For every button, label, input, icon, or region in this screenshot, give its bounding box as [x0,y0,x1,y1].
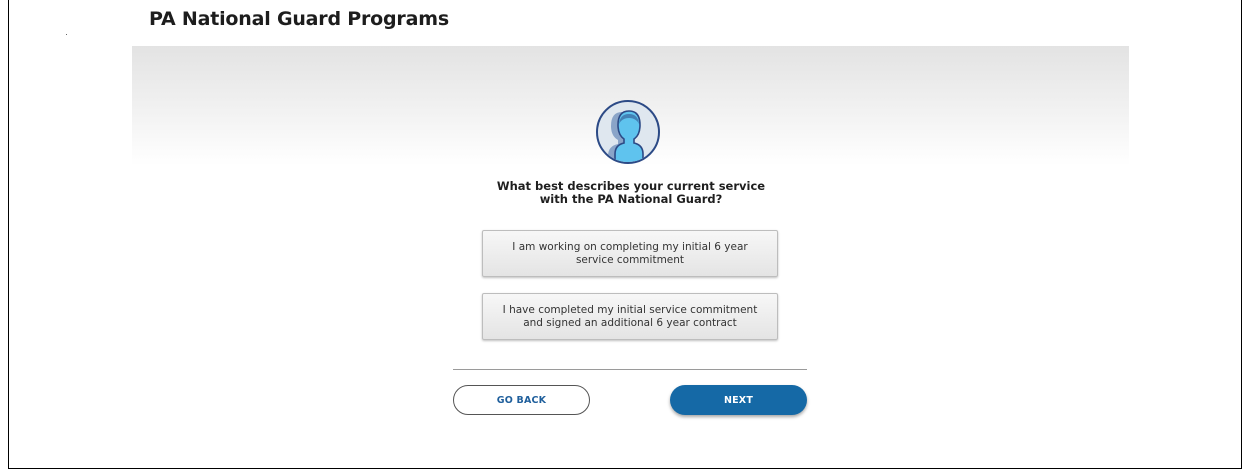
option-2-line-2: and signed an additional 6 year contract [523,316,737,329]
page-title: PA National Guard Programs [149,8,449,30]
question-line-2: with the PA National Guard? [539,192,723,206]
divider [453,369,807,370]
user-avatar-icon [596,100,660,164]
option-2-line-1: I have completed my initial service comm… [502,303,758,316]
next-button[interactable]: NEXT [670,385,807,415]
stray-dot [66,34,67,35]
question-text: What best describes your current service… [455,180,807,206]
option-additional-contract-button[interactable]: I have completed my initial service comm… [482,293,778,340]
option-initial-commitment-button[interactable]: I am working on completing my initial 6 … [482,230,778,277]
option-1-line-1: I am working on completing my initial 6 … [512,240,748,253]
go-back-button[interactable]: GO BACK [453,385,590,415]
option-1-line-2: service commitment [575,253,685,266]
